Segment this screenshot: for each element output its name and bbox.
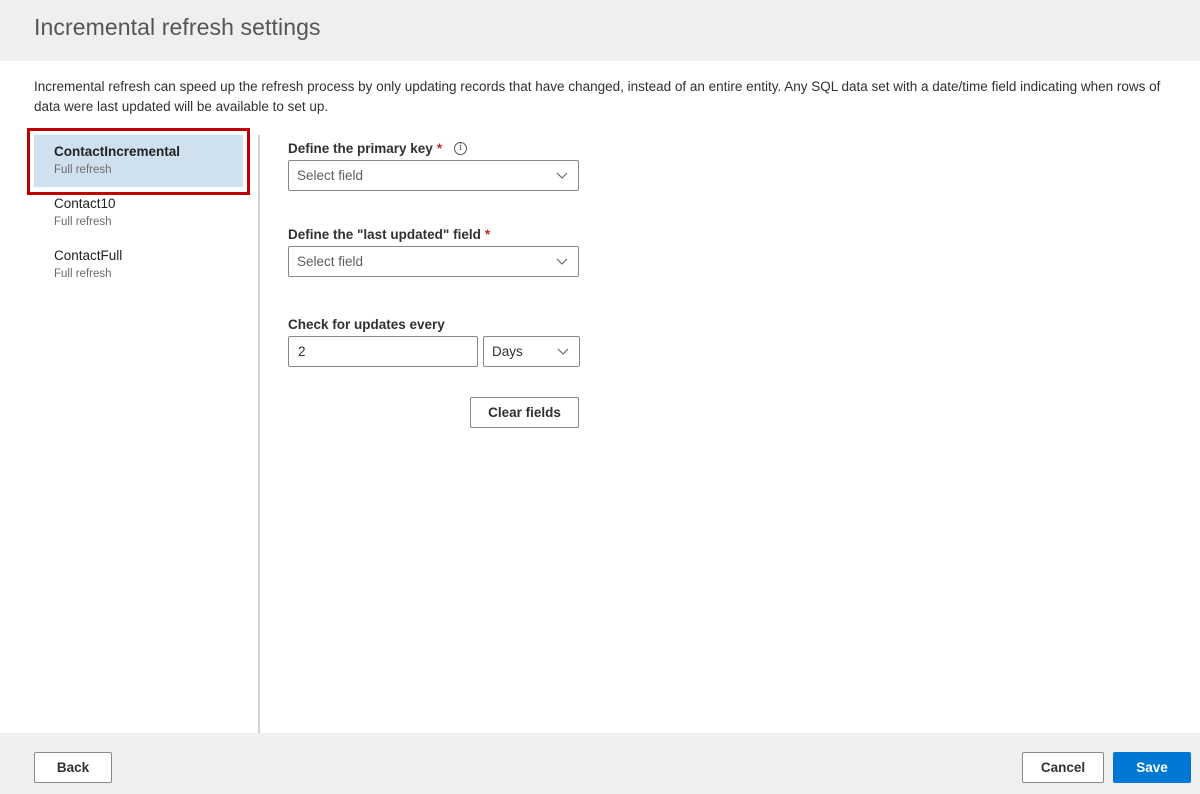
last-updated-field: Define the "last updated" field * Select… xyxy=(288,224,579,277)
back-button[interactable]: Back xyxy=(34,752,112,783)
entity-item-contact10[interactable]: Contact10 Full refresh xyxy=(34,187,243,239)
primary-key-dropdown[interactable]: Select field xyxy=(288,160,579,191)
entity-name: ContactIncremental xyxy=(54,144,181,159)
required-marker: * xyxy=(484,226,491,242)
page-header: Incremental refresh settings xyxy=(0,0,1200,61)
primary-key-label: Define the primary key * i xyxy=(288,138,579,158)
entity-status: Full refresh xyxy=(54,216,112,228)
entity-list-panel: ContactIncremental Full refresh Contact1… xyxy=(34,135,258,733)
cancel-button[interactable]: Cancel xyxy=(1022,752,1104,783)
entity-name: ContactFull xyxy=(54,248,123,263)
interval-value-input[interactable] xyxy=(288,336,478,367)
info-icon[interactable]: i xyxy=(454,141,468,155)
interval-unit-value: Days xyxy=(492,344,523,359)
save-button[interactable]: Save xyxy=(1113,752,1191,783)
update-interval-label: Check for updates every xyxy=(288,316,445,332)
chevron-down-icon xyxy=(556,258,568,265)
entity-status: Full refresh xyxy=(54,268,112,280)
entity-item-contactfull[interactable]: ContactFull Full refresh xyxy=(34,239,243,291)
last-updated-dropdown[interactable]: Select field xyxy=(288,246,579,277)
update-interval-field: Check for updates every Days xyxy=(288,314,580,367)
entity-list: ContactIncremental Full refresh Contact1… xyxy=(34,135,258,291)
primary-key-placeholder: Select field xyxy=(297,168,364,183)
last-updated-placeholder: Select field xyxy=(297,254,364,269)
page-description: Incremental refresh can speed up the ref… xyxy=(34,79,1161,114)
last-updated-label: Define the "last updated" field * xyxy=(288,224,579,244)
page-footer: Back Cancel Save xyxy=(0,733,1200,794)
panel-divider xyxy=(258,135,260,733)
entity-item-contactincremental[interactable]: ContactIncremental Full refresh xyxy=(34,135,243,187)
primary-key-label-text: Define the primary key xyxy=(288,140,433,156)
interval-unit-dropdown[interactable]: Days xyxy=(483,336,580,367)
clear-fields-button[interactable]: Clear fields xyxy=(470,397,579,428)
chevron-down-icon xyxy=(557,348,569,355)
required-marker: * xyxy=(436,140,443,156)
page-title: Incremental refresh settings xyxy=(34,14,321,40)
last-updated-label-text: Define the "last updated" field xyxy=(288,226,481,242)
primary-key-field: Define the primary key * i Select field xyxy=(288,138,579,191)
entity-status: Full refresh xyxy=(54,164,112,176)
entity-name: Contact10 xyxy=(54,196,116,211)
chevron-down-icon xyxy=(556,172,568,179)
interval-row: Days xyxy=(288,336,580,367)
